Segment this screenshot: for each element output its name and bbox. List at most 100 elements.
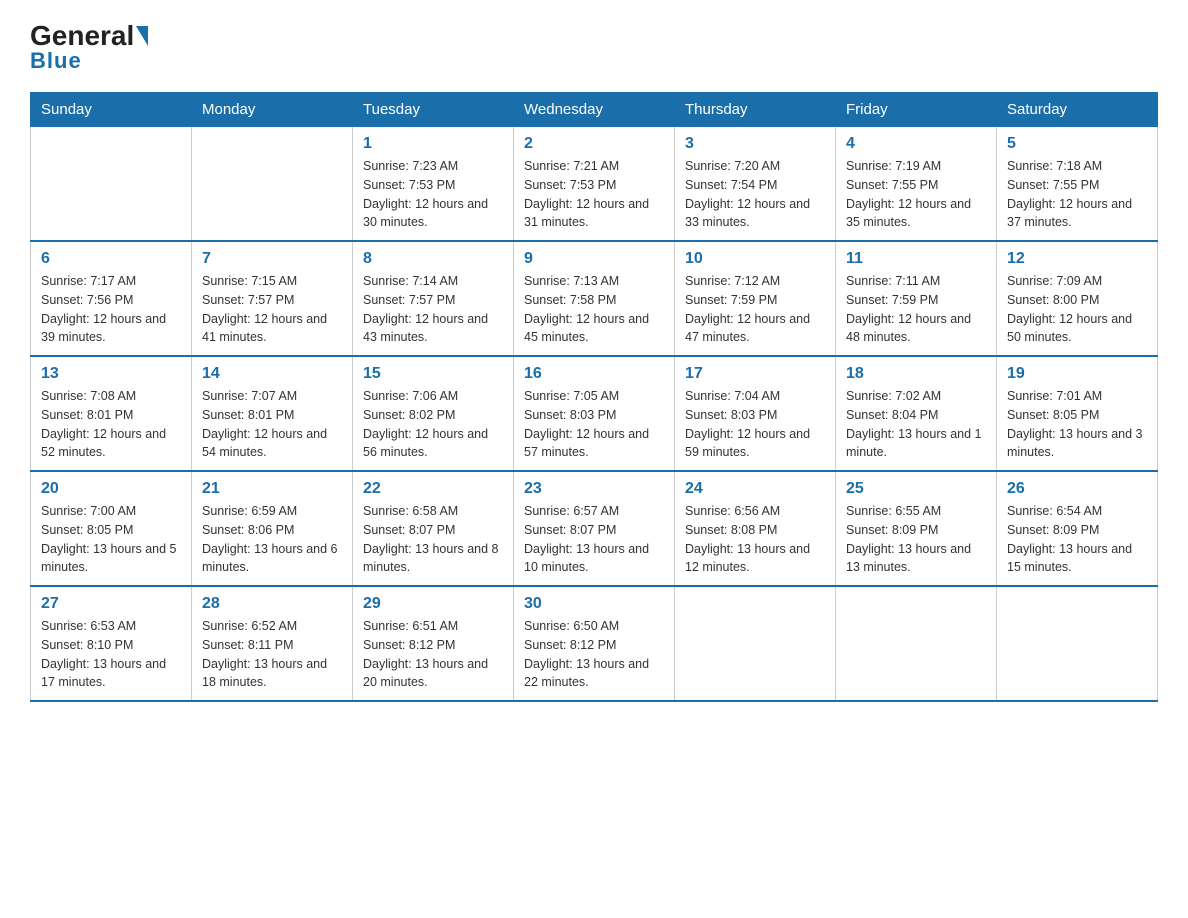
calendar-cell: 30 Sunrise: 6:50 AMSunset: 8:12 PMDayligh… (514, 586, 675, 701)
day-number: 22 (363, 480, 503, 498)
day-info: Sunrise: 6:56 AMSunset: 8:08 PMDaylight:… (685, 502, 825, 577)
logo-triangle-icon (136, 26, 148, 46)
calendar-cell: 5 Sunrise: 7:18 AMSunset: 7:55 PMDaylight… (997, 127, 1158, 242)
calendar-cell (675, 586, 836, 701)
day-info: Sunrise: 7:12 AMSunset: 7:59 PMDaylight:… (685, 272, 825, 347)
weekday-header-row: SundayMondayTuesdayWednesdayThursdayFrid… (31, 93, 1158, 127)
day-number: 21 (202, 480, 342, 498)
day-info: Sunrise: 7:01 AMSunset: 8:05 PMDaylight:… (1007, 387, 1147, 462)
day-number: 15 (363, 365, 503, 383)
weekday-header-monday: Monday (192, 93, 353, 127)
calendar-cell: 28 Sunrise: 6:52 AMSunset: 8:11 PMDayligh… (192, 586, 353, 701)
calendar-cell (997, 586, 1158, 701)
calendar-cell (31, 127, 192, 242)
day-number: 24 (685, 480, 825, 498)
day-info: Sunrise: 7:13 AMSunset: 7:58 PMDaylight:… (524, 272, 664, 347)
calendar-table: SundayMondayTuesdayWednesdayThursdayFrid… (30, 92, 1158, 702)
day-number: 14 (202, 365, 342, 383)
day-number: 30 (524, 595, 664, 613)
day-info: Sunrise: 6:57 AMSunset: 8:07 PMDaylight:… (524, 502, 664, 577)
calendar-cell: 24 Sunrise: 6:56 AMSunset: 8:08 PMDayligh… (675, 471, 836, 586)
calendar-cell: 22 Sunrise: 6:58 AMSunset: 8:07 PMDayligh… (353, 471, 514, 586)
day-info: Sunrise: 7:17 AMSunset: 7:56 PMDaylight:… (41, 272, 181, 347)
calendar-cell: 14 Sunrise: 7:07 AMSunset: 8:01 PMDayligh… (192, 356, 353, 471)
calendar-cell: 19 Sunrise: 7:01 AMSunset: 8:05 PMDayligh… (997, 356, 1158, 471)
calendar-cell: 20 Sunrise: 7:00 AMSunset: 8:05 PMDayligh… (31, 471, 192, 586)
calendar-cell: 8 Sunrise: 7:14 AMSunset: 7:57 PMDaylight… (353, 241, 514, 356)
day-info: Sunrise: 6:59 AMSunset: 8:06 PMDaylight:… (202, 502, 342, 577)
logo: General Blue (30, 20, 150, 74)
day-number: 20 (41, 480, 181, 498)
day-info: Sunrise: 6:58 AMSunset: 8:07 PMDaylight:… (363, 502, 503, 577)
day-info: Sunrise: 7:09 AMSunset: 8:00 PMDaylight:… (1007, 272, 1147, 347)
day-info: Sunrise: 7:20 AMSunset: 7:54 PMDaylight:… (685, 157, 825, 232)
day-number: 5 (1007, 135, 1147, 153)
calendar-cell: 2Sunrise: 7:21 AMSunset: 7:53 PMDaylight… (514, 127, 675, 242)
day-number: 3 (685, 135, 825, 153)
day-number: 26 (1007, 480, 1147, 498)
week-row-4: 20 Sunrise: 7:00 AMSunset: 8:05 PMDayligh… (31, 471, 1158, 586)
day-info: Sunrise: 7:14 AMSunset: 7:57 PMDaylight:… (363, 272, 503, 347)
calendar-cell: 17Sunrise: 7:04 AMSunset: 8:03 PMDayligh… (675, 356, 836, 471)
calendar-header: SundayMondayTuesdayWednesdayThursdayFrid… (31, 93, 1158, 127)
day-info: Sunrise: 7:02 AMSunset: 8:04 PMDaylight:… (846, 387, 986, 462)
calendar-cell: 4 Sunrise: 7:19 AMSunset: 7:55 PMDaylight… (836, 127, 997, 242)
day-number: 18 (846, 365, 986, 383)
calendar-cell: 3 Sunrise: 7:20 AMSunset: 7:54 PMDaylight… (675, 127, 836, 242)
day-number: 1 (363, 135, 503, 153)
week-row-3: 13Sunrise: 7:08 AMSunset: 8:01 PMDayligh… (31, 356, 1158, 471)
calendar-cell (836, 586, 997, 701)
week-row-5: 27Sunrise: 6:53 AMSunset: 8:10 PMDayligh… (31, 586, 1158, 701)
calendar-cell: 26 Sunrise: 6:54 AMSunset: 8:09 PMDayligh… (997, 471, 1158, 586)
logo-blue: Blue (30, 48, 82, 74)
day-number: 28 (202, 595, 342, 613)
day-number: 19 (1007, 365, 1147, 383)
day-info: Sunrise: 7:08 AMSunset: 8:01 PMDaylight:… (41, 387, 181, 462)
day-info: Sunrise: 7:19 AMSunset: 7:55 PMDaylight:… (846, 157, 986, 232)
calendar-cell: 18 Sunrise: 7:02 AMSunset: 8:04 PMDayligh… (836, 356, 997, 471)
day-info: Sunrise: 6:50 AMSunset: 8:12 PMDaylight:… (524, 617, 664, 692)
page-header: General Blue (30, 20, 1158, 74)
day-number: 11 (846, 250, 986, 268)
weekday-header-saturday: Saturday (997, 93, 1158, 127)
day-number: 27 (41, 595, 181, 613)
day-info: Sunrise: 6:54 AMSunset: 8:09 PMDaylight:… (1007, 502, 1147, 577)
calendar-cell: 15 Sunrise: 7:06 AMSunset: 8:02 PMDayligh… (353, 356, 514, 471)
calendar-cell: 10Sunrise: 7:12 AMSunset: 7:59 PMDayligh… (675, 241, 836, 356)
calendar-cell: 6Sunrise: 7:17 AMSunset: 7:56 PMDaylight… (31, 241, 192, 356)
weekday-header-friday: Friday (836, 93, 997, 127)
day-info: Sunrise: 7:11 AMSunset: 7:59 PMDaylight:… (846, 272, 986, 347)
calendar-cell: 25Sunrise: 6:55 AMSunset: 8:09 PMDayligh… (836, 471, 997, 586)
day-number: 8 (363, 250, 503, 268)
day-info: Sunrise: 7:07 AMSunset: 8:01 PMDaylight:… (202, 387, 342, 462)
day-number: 4 (846, 135, 986, 153)
day-info: Sunrise: 7:06 AMSunset: 8:02 PMDaylight:… (363, 387, 503, 462)
day-info: Sunrise: 7:05 AMSunset: 8:03 PMDaylight:… (524, 387, 664, 462)
day-number: 9 (524, 250, 664, 268)
weekday-header-tuesday: Tuesday (353, 93, 514, 127)
day-number: 7 (202, 250, 342, 268)
calendar-cell: 1 Sunrise: 7:23 AMSunset: 7:53 PMDaylight… (353, 127, 514, 242)
day-number: 12 (1007, 250, 1147, 268)
calendar-cell: 29 Sunrise: 6:51 AMSunset: 8:12 PMDayligh… (353, 586, 514, 701)
day-number: 16 (524, 365, 664, 383)
calendar-cell: 23Sunrise: 6:57 AMSunset: 8:07 PMDayligh… (514, 471, 675, 586)
day-info: Sunrise: 6:51 AMSunset: 8:12 PMDaylight:… (363, 617, 503, 692)
calendar-cell: 21 Sunrise: 6:59 AMSunset: 8:06 PMDayligh… (192, 471, 353, 586)
day-info: Sunrise: 7:18 AMSunset: 7:55 PMDaylight:… (1007, 157, 1147, 232)
day-info: Sunrise: 7:23 AMSunset: 7:53 PMDaylight:… (363, 157, 503, 232)
day-number: 25 (846, 480, 986, 498)
day-info: Sunrise: 6:52 AMSunset: 8:11 PMDaylight:… (202, 617, 342, 692)
weekday-header-wednesday: Wednesday (514, 93, 675, 127)
weekday-header-sunday: Sunday (31, 93, 192, 127)
day-number: 2 (524, 135, 664, 153)
week-row-2: 6Sunrise: 7:17 AMSunset: 7:56 PMDaylight… (31, 241, 1158, 356)
calendar-cell: 7Sunrise: 7:15 AMSunset: 7:57 PMDaylight… (192, 241, 353, 356)
calendar-cell: 11 Sunrise: 7:11 AMSunset: 7:59 PMDayligh… (836, 241, 997, 356)
calendar-body: 1 Sunrise: 7:23 AMSunset: 7:53 PMDaylight… (31, 127, 1158, 702)
day-info: Sunrise: 7:00 AMSunset: 8:05 PMDaylight:… (41, 502, 181, 577)
calendar-cell: 16 Sunrise: 7:05 AMSunset: 8:03 PMDayligh… (514, 356, 675, 471)
day-number: 29 (363, 595, 503, 613)
calendar-cell: 9 Sunrise: 7:13 AMSunset: 7:58 PMDaylight… (514, 241, 675, 356)
calendar-cell: 13Sunrise: 7:08 AMSunset: 8:01 PMDayligh… (31, 356, 192, 471)
